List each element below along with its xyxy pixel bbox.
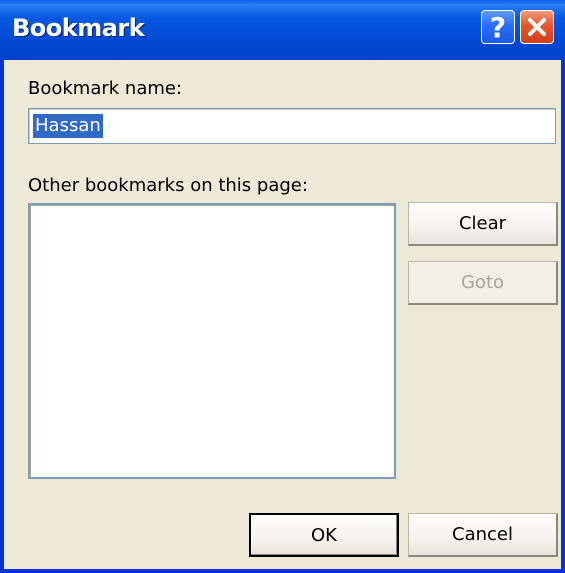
ok-button-label: OK	[311, 524, 337, 546]
cancel-button-label: Cancel	[452, 524, 513, 545]
cancel-button[interactable]: Cancel	[408, 513, 558, 557]
help-button[interactable]: ?	[481, 10, 515, 44]
close-button[interactable]	[520, 10, 554, 44]
clear-button[interactable]: Clear	[408, 202, 558, 246]
bookmark-name-input[interactable]: Hassan	[28, 108, 556, 144]
clear-button-label: Clear	[458, 213, 507, 234]
help-icon: ?	[489, 10, 507, 44]
bookmark-name-value: Hassan	[33, 114, 103, 138]
ok-button[interactable]: OK	[249, 513, 399, 557]
goto-button[interactable]: Goto	[408, 261, 558, 305]
title-bar[interactable]: Bookmark ?	[0, 0, 565, 60]
bookmark-name-label: Bookmark name:	[28, 78, 183, 99]
other-bookmarks-list[interactable]	[28, 203, 396, 479]
other-bookmarks-label: Other bookmarks on this page:	[28, 175, 308, 196]
window-title: Bookmark	[12, 14, 145, 42]
bookmark-dialog: Bookmark ? Bookmark name: Hassan Other b…	[0, 0, 565, 573]
goto-button-label: Goto	[460, 272, 505, 293]
close-icon	[528, 18, 546, 36]
